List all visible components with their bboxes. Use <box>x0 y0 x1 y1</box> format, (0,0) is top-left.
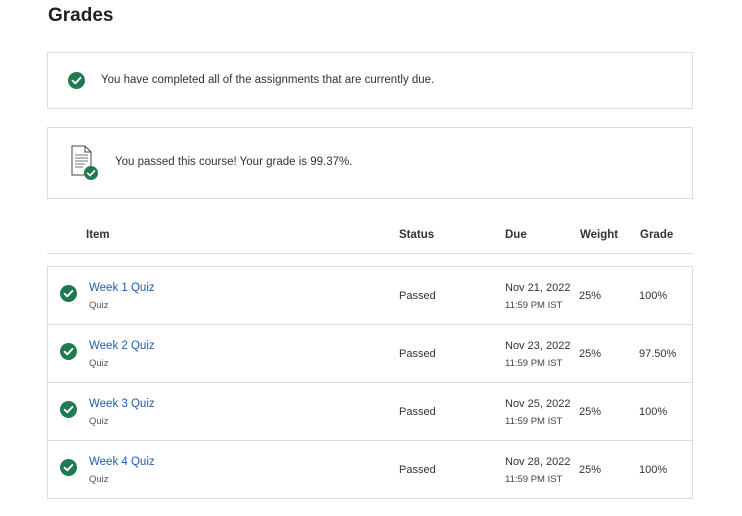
check-circle-icon <box>60 343 77 360</box>
due-date: Nov 28, 2022 <box>505 456 571 468</box>
grades-page: Grades You have completed all of the ass… <box>0 0 742 516</box>
table-row: Week 1 Quiz Quiz Passed Nov 21, 2022 11:… <box>48 267 692 325</box>
weight-cell: 25% <box>579 348 602 360</box>
header-status: Status <box>399 229 435 241</box>
due-time: 11:59 PM IST <box>505 474 563 485</box>
table-row: Week 2 Quiz Quiz Passed Nov 23, 2022 11:… <box>48 325 692 383</box>
due-date: Nov 21, 2022 <box>505 282 571 294</box>
due-date: Nov 23, 2022 <box>505 340 571 352</box>
grades-table-body: Week 1 Quiz Quiz Passed Nov 21, 2022 11:… <box>47 266 693 499</box>
item-type: Quiz <box>89 474 109 485</box>
header-grade: Grade <box>640 229 674 241</box>
due-time: 11:59 PM IST <box>505 358 563 369</box>
grade-cell: 97.50% <box>639 348 677 360</box>
due-time: 11:59 PM IST <box>505 300 563 311</box>
check-circle-icon <box>68 72 85 89</box>
grades-table-header: Item Status Due Weight Grade <box>47 226 693 254</box>
table-row: Week 3 Quiz Quiz Passed Nov 25, 2022 11:… <box>48 383 692 441</box>
header-weight: Weight <box>580 229 619 241</box>
check-circle-icon <box>60 285 77 302</box>
item-type: Quiz <box>89 416 109 427</box>
course-passed-notice: You passed this course! Your grade is 99… <box>47 127 693 199</box>
item-link[interactable]: Week 4 Quiz <box>89 456 155 468</box>
status-cell: Passed <box>399 406 436 418</box>
item-type: Quiz <box>89 300 109 311</box>
grade-cell: 100% <box>639 290 668 302</box>
weight-cell: 25% <box>579 406 602 418</box>
header-due: Due <box>505 229 527 241</box>
status-cell: Passed <box>399 464 436 476</box>
header-item: Item <box>86 229 110 241</box>
item-link[interactable]: Week 1 Quiz <box>89 282 155 294</box>
page-title: Grades <box>48 5 114 26</box>
item-link[interactable]: Week 2 Quiz <box>89 340 155 352</box>
item-link[interactable]: Week 3 Quiz <box>89 398 155 410</box>
assignments-due-text: You have completed all of the assignment… <box>101 74 435 86</box>
assignments-due-notice: You have completed all of the assignment… <box>47 52 693 109</box>
due-date: Nov 25, 2022 <box>505 398 571 410</box>
item-type: Quiz <box>89 358 109 369</box>
status-cell: Passed <box>399 348 436 360</box>
table-row: Week 4 Quiz Quiz Passed Nov 28, 2022 11:… <box>48 441 692 498</box>
weight-cell: 25% <box>579 464 602 476</box>
document-check-icon <box>70 145 102 181</box>
weight-cell: 25% <box>579 290 602 302</box>
check-circle-icon <box>60 401 77 418</box>
course-passed-text: You passed this course! Your grade is 99… <box>115 156 353 168</box>
grade-cell: 100% <box>639 464 668 476</box>
status-cell: Passed <box>399 290 436 302</box>
grade-cell: 100% <box>639 406 668 418</box>
check-circle-icon <box>60 459 77 476</box>
due-time: 11:59 PM IST <box>505 416 563 427</box>
